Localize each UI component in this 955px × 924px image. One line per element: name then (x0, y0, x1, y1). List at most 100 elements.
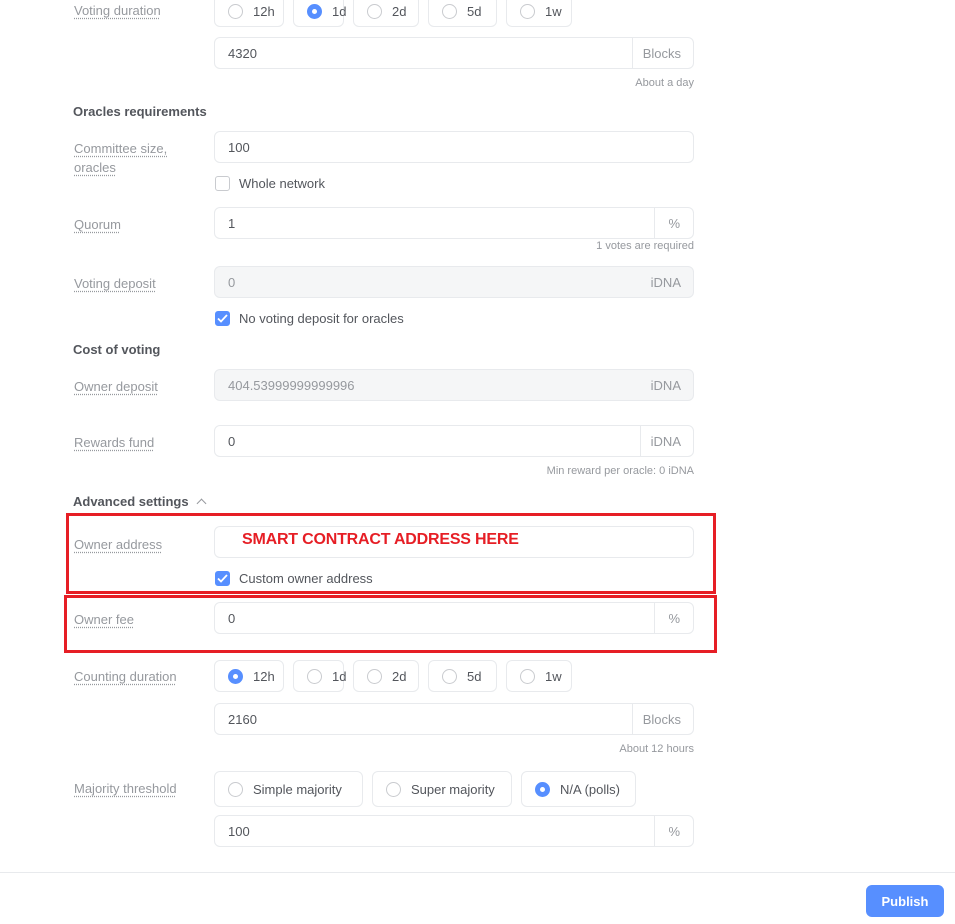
rewards-fund-hint: Min reward per oracle: 0 iDNA (546, 465, 694, 477)
idna-unit-addon: iDNA (650, 274, 681, 290)
radio-checked-icon (228, 668, 243, 684)
counting-duration-label: Counting duration (74, 669, 177, 684)
voting-duration-option-1d[interactable]: 1d (293, 0, 347, 27)
voting-duration-option-12h[interactable]: 12h (214, 0, 284, 27)
option-label: 2d (392, 668, 407, 684)
counting-duration-blocks-input[interactable]: 2160 Blocks (214, 703, 694, 735)
voting-duration-radio-group: 12h 1d 2d 5d 1w (214, 0, 572, 27)
input-value: 100 (228, 823, 250, 839)
checkbox-checked-icon (215, 571, 230, 586)
radio-icon (228, 781, 243, 797)
option-label: 5d (467, 3, 482, 19)
checkbox-checked-icon (215, 311, 230, 326)
radio-icon (228, 3, 243, 19)
rewards-fund-input[interactable]: 0 iDNA (214, 425, 694, 457)
counting-duration-option-2d[interactable]: 2d (353, 660, 419, 692)
input-value: 2160 (228, 711, 257, 727)
voting-duration-option-1w[interactable]: 1w (506, 0, 572, 27)
majority-option-simple[interactable]: Simple majority (214, 771, 363, 807)
quorum-input[interactable]: 1 % (214, 207, 694, 239)
checkbox-unchecked-icon (215, 176, 230, 191)
radio-icon (442, 668, 457, 684)
counting-duration-option-1d[interactable]: 1d (293, 660, 347, 692)
option-label: 1w (545, 3, 562, 19)
committee-size-input[interactable]: 100 (214, 131, 694, 163)
radio-icon (367, 668, 382, 684)
quorum-label: Quorum (74, 217, 121, 232)
owner-fee-label: Owner fee (74, 612, 134, 627)
percent-addon: % (654, 603, 693, 633)
option-label: N/A (polls) (560, 781, 620, 797)
option-label: 12h (253, 668, 275, 684)
majority-option-na-polls[interactable]: N/A (polls) (521, 771, 636, 807)
input-value: 0 (228, 274, 236, 290)
radio-checked-icon (535, 781, 550, 797)
input-value: 1 (228, 215, 236, 231)
voting-duration-blocks-input[interactable]: 4320 Blocks (214, 37, 694, 69)
advanced-settings-title: Advanced settings (73, 494, 189, 509)
owner-deposit-input[interactable]: 404.53999999999996 iDNA (214, 369, 694, 401)
committee-size-label-line2: oracles (74, 160, 116, 175)
option-label: 1d (332, 3, 347, 19)
blocks-unit-addon: Blocks (631, 38, 693, 68)
counting-duration-hint: About 12 hours (619, 743, 694, 755)
owner-address-label: Owner address (74, 537, 163, 552)
radio-icon (442, 3, 457, 19)
counting-duration-option-12h[interactable]: 12h (214, 660, 284, 692)
input-value: 4320 (228, 45, 257, 61)
radio-icon (386, 781, 401, 797)
voting-duration-option-5d[interactable]: 5d (428, 0, 497, 27)
idna-unit-addon: iDNA (639, 426, 693, 456)
counting-duration-option-1w[interactable]: 1w (506, 660, 572, 692)
voting-deposit-label: Voting deposit (74, 276, 156, 291)
radio-icon (307, 668, 322, 684)
percent-addon: % (654, 816, 693, 846)
oracles-requirements-title: Oracles requirements (73, 104, 207, 119)
input-value: 0 (228, 610, 236, 626)
majority-option-super[interactable]: Super majority (372, 771, 512, 807)
input-value: 100 (228, 139, 250, 155)
option-label: 2d (392, 3, 407, 19)
whole-network-checkbox[interactable]: Whole network (215, 176, 325, 191)
advanced-settings-toggle[interactable]: Advanced settings (73, 494, 207, 509)
counting-duration-option-5d[interactable]: 5d (428, 660, 497, 692)
option-label: 1d (332, 668, 347, 684)
checkbox-label: Whole network (239, 176, 325, 191)
cost-of-voting-title: Cost of voting (73, 342, 161, 357)
voting-duration-label: Voting duration (74, 3, 161, 18)
annotation-text: SMART CONTRACT ADDRESS HERE (242, 531, 519, 548)
checkbox-label: No voting deposit for oracles (239, 311, 404, 326)
option-label: Simple majority (253, 781, 342, 797)
option-label: 1w (545, 668, 562, 684)
counting-duration-radio-group: 12h 1d 2d 5d 1w (214, 660, 572, 692)
publish-button[interactable]: Publish (866, 885, 944, 917)
committee-size-label-line1: Committee size, (74, 141, 168, 156)
voting-deposit-input[interactable]: 0 iDNA (214, 266, 694, 298)
no-voting-deposit-checkbox[interactable]: No voting deposit for oracles (215, 311, 404, 326)
owner-fee-input[interactable]: 0 % (214, 602, 694, 634)
rewards-fund-label: Rewards fund (74, 435, 155, 450)
input-value: 0 (228, 433, 236, 449)
blocks-unit-addon: Blocks (631, 704, 693, 734)
checkbox-label: Custom owner address (239, 571, 373, 586)
custom-owner-address-checkbox[interactable]: Custom owner address (215, 571, 373, 586)
option-label: 12h (253, 3, 275, 19)
owner-deposit-label: Owner deposit (74, 379, 158, 394)
quorum-hint: 1 votes are required (596, 240, 694, 252)
voting-duration-hint: About a day (635, 77, 694, 89)
chevron-up-icon (196, 498, 207, 509)
radio-icon (520, 3, 535, 19)
radio-icon (520, 668, 535, 684)
radio-icon (367, 3, 382, 19)
input-value: 404.53999999999996 (228, 377, 355, 393)
majority-threshold-input[interactable]: 100 % (214, 815, 694, 847)
majority-threshold-radio-group: Simple majority Super majority N/A (poll… (214, 771, 636, 807)
idna-unit-addon: iDNA (650, 377, 681, 393)
voting-duration-option-2d[interactable]: 2d (353, 0, 419, 27)
percent-addon: % (654, 208, 693, 238)
radio-checked-icon (307, 3, 322, 19)
option-label: 5d (467, 668, 482, 684)
majority-threshold-label: Majority threshold (74, 781, 177, 796)
footer-divider (0, 872, 955, 873)
option-label: Super majority (411, 781, 495, 797)
